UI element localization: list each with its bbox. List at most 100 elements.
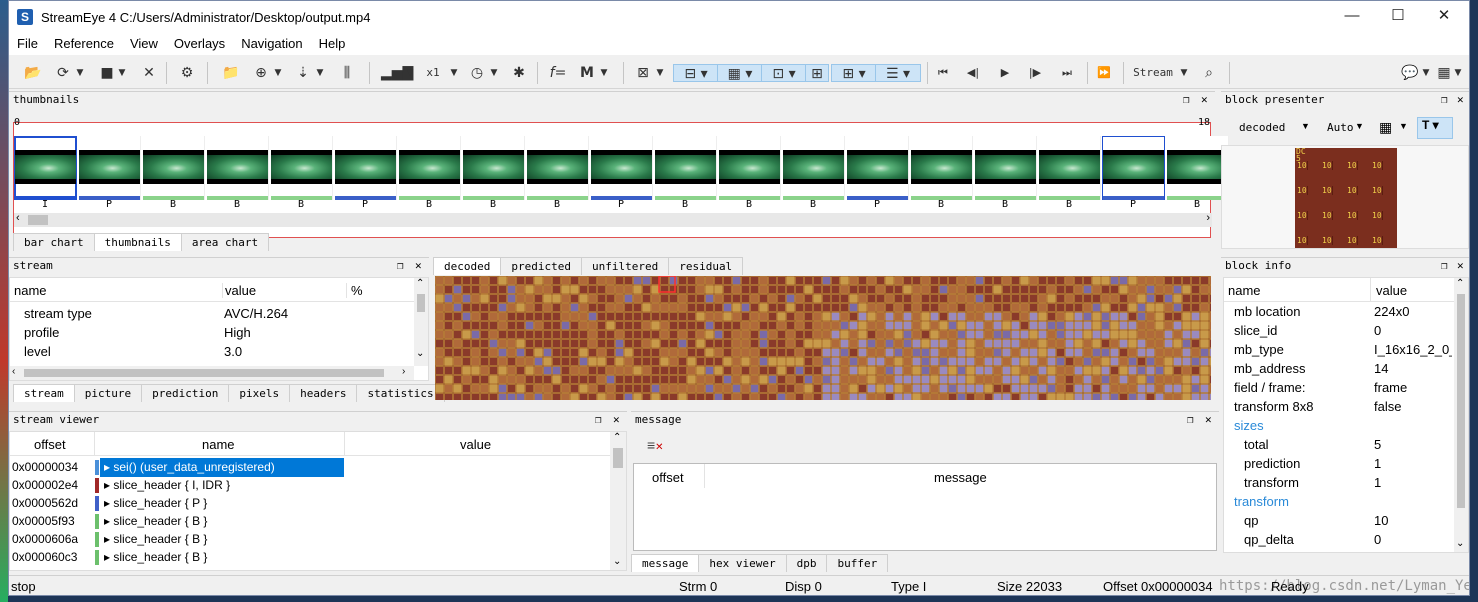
float-panel-icon[interactable]: ❐ [1187,412,1194,428]
float-panel-icon[interactable]: ❐ [1183,92,1190,108]
thumbnail-frame[interactable]: I [14,136,77,210]
close-panel-icon[interactable]: ✕ [613,412,620,428]
tab-hex-viewer[interactable]: hex viewer [698,554,787,572]
stream-selector-dropdown-icon[interactable]: ▼ [1179,64,1189,82]
stream-syntax-element[interactable]: ▸ slice_header { P } [100,494,344,513]
close-panel-icon[interactable]: ✕ [1205,412,1212,428]
scroll-right-icon[interactable]: › [1206,212,1210,224]
grid-overlay-icon[interactable]: ⊠ [633,64,653,82]
tab-area-chart[interactable]: area chart [180,233,270,251]
thumbnail-frame[interactable]: B [654,136,717,210]
float-panel-icon[interactable]: ❐ [397,258,404,274]
thumbnail-scrollbar[interactable]: ‹ › [14,212,1212,227]
thumbnail-frame[interactable]: B [1038,136,1101,210]
tab-dpb[interactable]: dpb [785,554,828,572]
close-panel-icon[interactable]: ✕ [1457,92,1464,108]
expand-arrow-icon[interactable]: ▸ [104,478,113,492]
thumbnail-frame[interactable]: B [910,136,973,210]
next-frame-icon[interactable]: |▶ [1027,64,1043,82]
layout-dropdown-icon[interactable]: ▼ [1453,64,1463,82]
float-panel-icon[interactable]: ❐ [1441,258,1448,274]
save-dropdown-icon[interactable]: ▼ [117,64,127,82]
compare-icon[interactable]: ⊕ [251,64,271,82]
scroll-thumb[interactable] [28,215,48,225]
presenter-mode-select[interactable]: decoded [1239,121,1285,134]
stream-offset-cell[interactable]: 0x000002e4 [12,476,78,495]
column-header-offset[interactable]: offset [34,437,66,452]
stream-table-vscrollbar[interactable]: ⌃ ⌄ [414,278,428,366]
chat-icon[interactable]: 💬 [1401,64,1419,82]
thumbnail-frame[interactable]: P [334,136,397,210]
column-header-value[interactable]: value [222,283,256,298]
tab-statistics[interactable]: statistics [356,384,445,402]
settings-gear-icon[interactable]: ⚙ [177,64,197,82]
close-panel-icon[interactable]: ✕ [415,258,422,274]
stream-offset-cell[interactable]: 0x00000034 [12,458,78,477]
expand-arrow-icon[interactable]: ▸ [104,460,113,474]
stream-syntax-element[interactable]: ▸ slice_header { I, IDR } [100,476,344,495]
scroll-up-icon[interactable]: ⌃ [1456,278,1464,289]
tab-bar-chart[interactable]: bar chart [13,233,95,251]
split-overlay-toggle[interactable]: ⊞ [805,64,829,82]
thumbnail-frame[interactable]: B [718,136,781,210]
presenter-grid-dropdown-icon[interactable]: ▼ [1399,121,1408,131]
bug-icon[interactable]: ✱ [509,64,529,82]
thumbnail-frame[interactable]: B [462,136,525,210]
close-button[interactable]: ✕ [1421,1,1467,31]
column-header-value[interactable]: value [1376,283,1407,298]
stream-syntax-element[interactable]: ▸ sei() (user_data_unregistered) [100,458,344,477]
thumbnail-frame[interactable]: B [142,136,205,210]
formula-icon[interactable]: f= [547,64,569,82]
menu-navigation[interactable]: Navigation [233,33,310,55]
decoded-picture-view[interactable] [435,276,1211,400]
partition-overlay-toggle[interactable]: ⊟ ▾ [673,64,719,82]
thumbnail-frame[interactable]: B [206,136,269,210]
pin-icon[interactable]: ⇣ [293,64,313,82]
compare-dropdown-icon[interactable]: ▼ [273,64,283,82]
block-info-section[interactable]: sizes [1234,416,1264,435]
scroll-thumb[interactable] [417,294,425,312]
presenter-mode-dropdown-icon[interactable]: ▼ [1301,121,1310,131]
macroblock-icon[interactable]: M [577,64,597,82]
minimize-button[interactable]: — [1329,1,1375,31]
thumbnail-frame[interactable]: P [1102,136,1165,210]
stream-syntax-element[interactable]: ▸ slice_header { B } [100,548,344,567]
tab-headers[interactable]: headers [289,384,358,402]
grid-overlay-dropdown-icon[interactable]: ▼ [655,64,665,82]
thumbnail-frame[interactable]: P [846,136,909,210]
thumbnail-frame[interactable]: P [590,136,653,210]
block-info-section[interactable]: transform [1234,492,1289,511]
float-panel-icon[interactable]: ❐ [1441,92,1448,108]
reference-folder-icon[interactable]: 📁 [221,64,241,82]
scroll-thumb[interactable] [24,369,384,377]
info-overlay-toggle[interactable]: ☰ ▾ [875,64,921,82]
scroll-down-icon[interactable]: ⌄ [613,556,621,567]
tab-message[interactable]: message [631,554,700,572]
first-frame-icon[interactable]: ⏮ [935,64,951,82]
column-header-value[interactable]: value [460,437,491,452]
close-file-icon[interactable]: ✕ [139,64,159,82]
close-panel-icon[interactable]: ✕ [1201,92,1208,108]
tab-picture[interactable]: picture [73,384,143,402]
motion-overlay-toggle[interactable]: ⊡ ▾ [761,64,807,82]
column-header-message[interactable]: message [934,470,987,485]
menu-overlays[interactable]: Overlays [166,33,233,55]
stream-offset-cell[interactable]: 0x00005f93 [12,512,75,531]
tab-unfiltered[interactable]: unfiltered [580,257,670,275]
scroll-right-icon[interactable]: › [402,366,405,377]
thumbnail-strip[interactable]: 0 18 IPBBBPBBBPBBBPBBBPB ‹ › [13,117,1229,238]
fast-forward-icon[interactable]: ⏩ [1095,64,1113,82]
presenter-grid-icon[interactable]: ▦ [1379,119,1392,136]
expand-arrow-icon[interactable]: ▸ [104,514,113,528]
bar-chart-icon[interactable]: ▂▅▇ [381,64,413,82]
stream-offset-cell[interactable]: 0x0000606a [12,530,78,549]
column-header-name[interactable]: name [14,283,47,298]
tab-decoded[interactable]: decoded [433,257,502,275]
zoom-label[interactable]: x1 [423,64,443,82]
float-panel-icon[interactable]: ❐ [595,412,602,428]
clear-messages-icon[interactable]: ≡✕ [647,437,664,453]
scroll-thumb[interactable] [1457,294,1465,508]
block-info-scrollbar[interactable]: ⌃ ⌄ [1454,278,1468,552]
equalizer-icon[interactable]: ⫼ [337,64,357,82]
thumbnail-frame[interactable]: B [974,136,1037,210]
